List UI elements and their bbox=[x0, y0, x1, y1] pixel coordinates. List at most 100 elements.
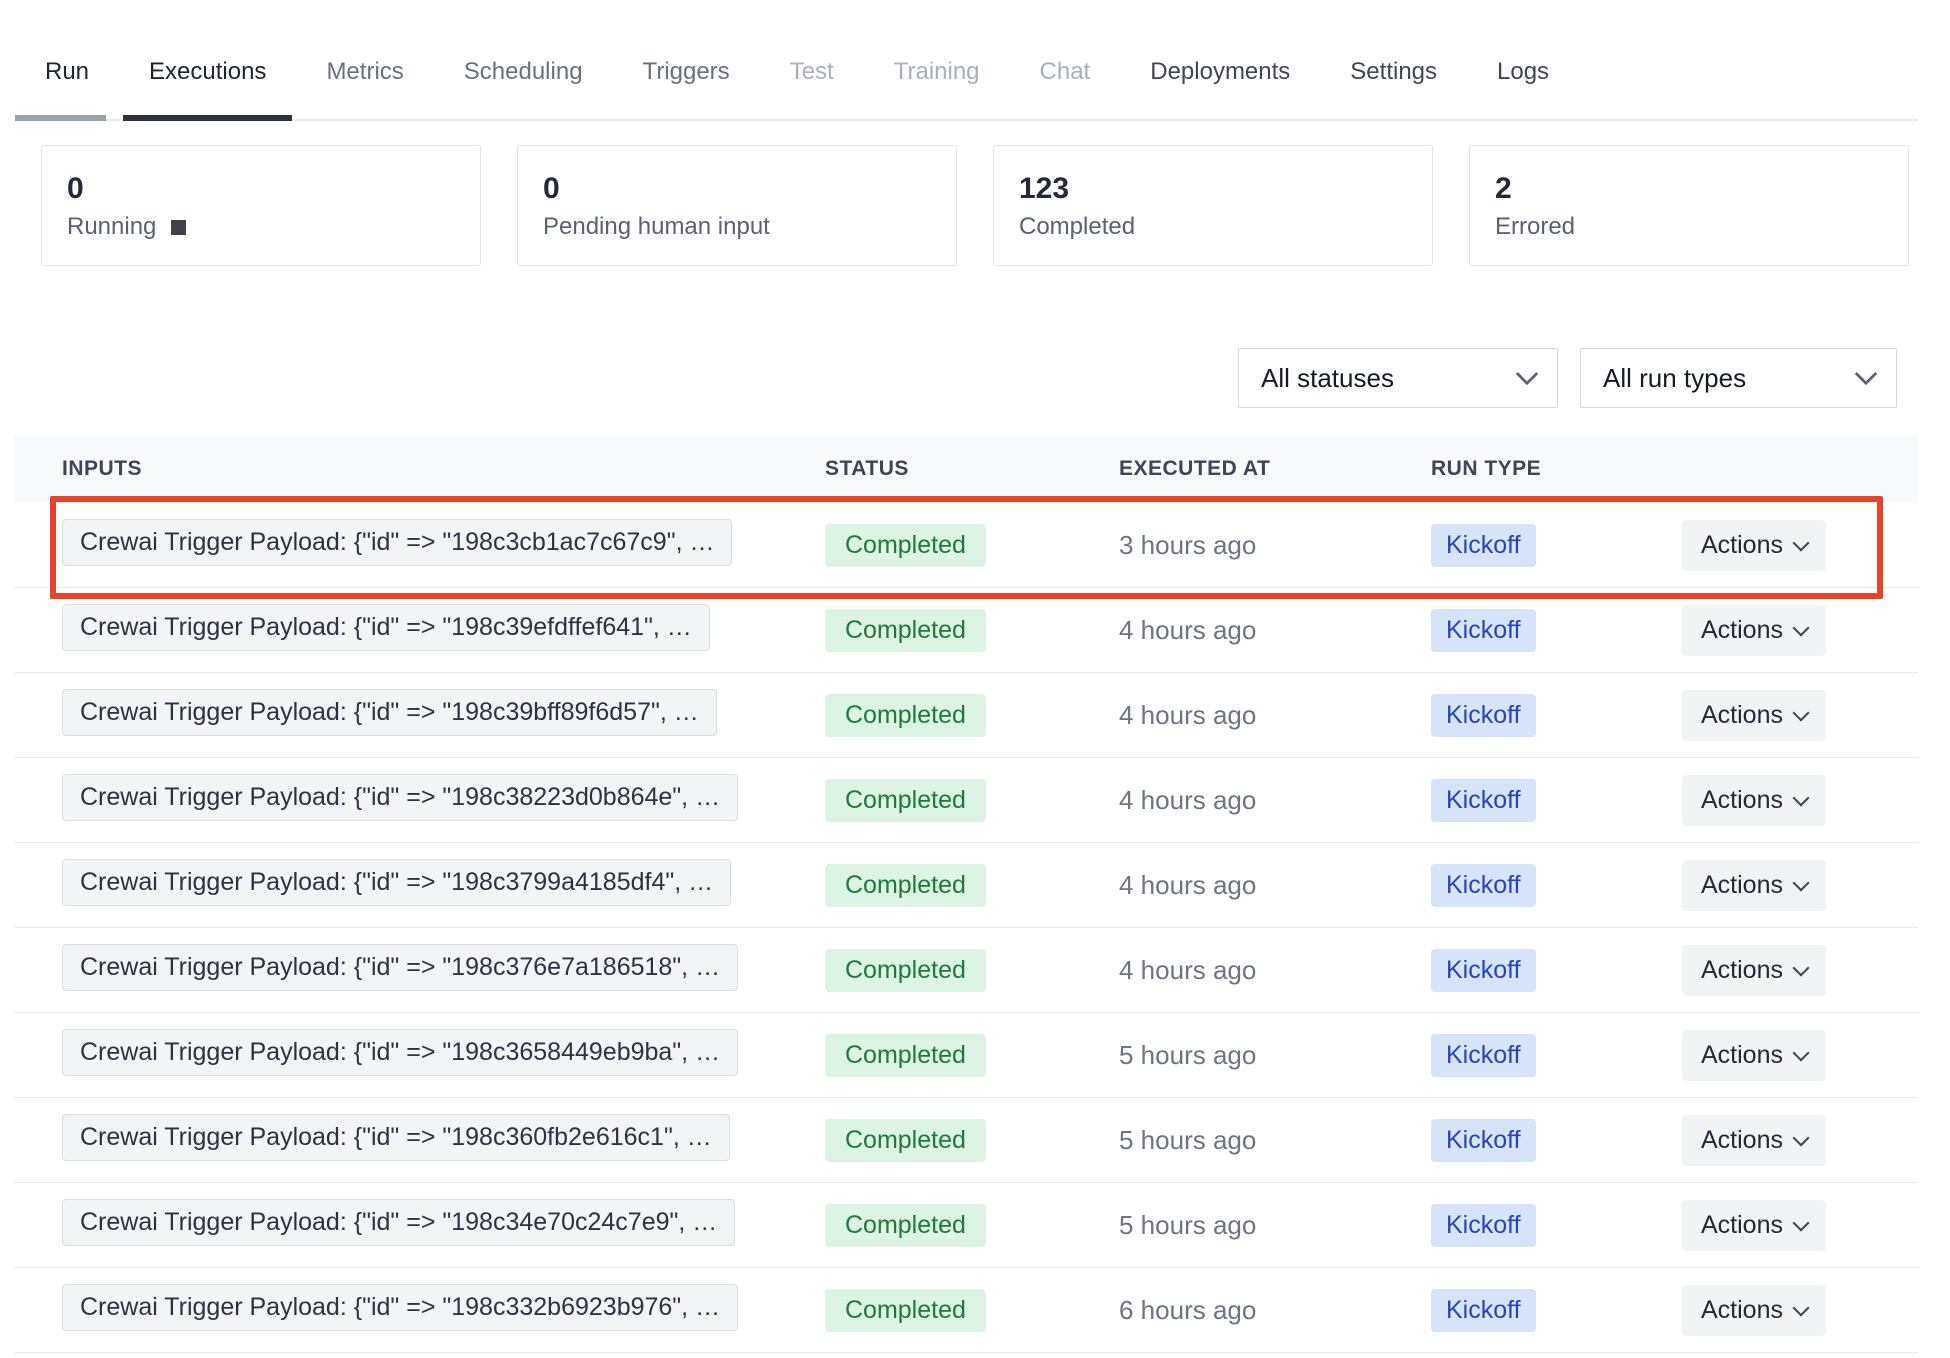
input-payload-pill[interactable]: Crewai Trigger Payload: {"id" => "198c39… bbox=[62, 604, 710, 651]
actions-button[interactable]: Actions bbox=[1682, 775, 1826, 826]
table-row[interactable]: Crewai Trigger Payload: {"id" => "198c37… bbox=[14, 928, 1918, 1013]
table-row[interactable]: Crewai Trigger Payload: {"id" => "198c34… bbox=[14, 1183, 1918, 1268]
chevron-down-icon bbox=[1792, 874, 1809, 891]
actions-button-label: Actions bbox=[1701, 786, 1783, 815]
run-type-badge: Kickoff bbox=[1431, 694, 1536, 737]
input-payload-pill[interactable]: Crewai Trigger Payload: {"id" => "198c37… bbox=[62, 944, 738, 991]
tab-bar: Run Executions Metrics Scheduling Trigge… bbox=[15, 0, 1918, 121]
tab[interactable]: Executions bbox=[149, 58, 266, 86]
input-payload-pill[interactable]: Crewai Trigger Payload: {"id" => "198c36… bbox=[62, 1029, 738, 1076]
tab[interactable]: Logs bbox=[1497, 58, 1549, 86]
status-cell: Completed bbox=[825, 864, 1119, 907]
tab-run-underline bbox=[15, 115, 106, 121]
table-header: Inputs Status Executed at Run type bbox=[14, 435, 1918, 503]
inputs-cell: Crewai Trigger Payload: {"id" => "198c39… bbox=[14, 604, 825, 656]
status-badge: Completed bbox=[825, 864, 986, 907]
column-header-executed-at: Executed at bbox=[1119, 457, 1431, 481]
stat-label: Pending human input bbox=[543, 213, 770, 241]
tab-executions-active-underline bbox=[123, 115, 292, 121]
actions-button[interactable]: Actions bbox=[1682, 690, 1826, 741]
executed-at-cell: 3 hours ago bbox=[1119, 530, 1431, 561]
actions-button[interactable]: Actions bbox=[1682, 860, 1826, 911]
actions-button[interactable]: Actions bbox=[1682, 1285, 1826, 1336]
run-type-filter-select[interactable]: All run types bbox=[1580, 348, 1897, 408]
tab-label: Executions bbox=[149, 58, 266, 85]
actions-cell: Actions bbox=[1682, 860, 1918, 911]
status-cell: Completed bbox=[825, 524, 1119, 567]
status-badge: Completed bbox=[825, 1034, 986, 1077]
input-payload-pill[interactable]: Crewai Trigger Payload: {"id" => "198c36… bbox=[62, 1114, 730, 1161]
actions-button[interactable]: Actions bbox=[1682, 605, 1826, 656]
run-type-cell: Kickoff bbox=[1431, 609, 1682, 652]
status-filter-value: All statuses bbox=[1261, 363, 1394, 394]
tab[interactable]: Training bbox=[894, 58, 980, 86]
executed-at-cell: 5 hours ago bbox=[1119, 1125, 1431, 1156]
actions-button[interactable]: Actions bbox=[1682, 520, 1826, 571]
stat-label: Running bbox=[67, 213, 156, 241]
run-type-badge: Kickoff bbox=[1431, 1204, 1536, 1247]
run-type-cell: Kickoff bbox=[1431, 949, 1682, 992]
actions-button-label: Actions bbox=[1701, 956, 1783, 985]
actions-button-label: Actions bbox=[1701, 1041, 1783, 1070]
actions-button-label: Actions bbox=[1701, 871, 1783, 900]
stat-value: 123 bbox=[1019, 172, 1432, 206]
status-cell: Completed bbox=[825, 1034, 1119, 1077]
table-row[interactable]: Crewai Trigger Payload: {"id" => "198c39… bbox=[14, 588, 1918, 673]
actions-cell: Actions bbox=[1682, 520, 1918, 571]
stat-card: 0 Pending human input bbox=[517, 145, 957, 266]
table-row[interactable]: Crewai Trigger Payload: {"id" => "198c39… bbox=[14, 673, 1918, 758]
run-type-badge: Kickoff bbox=[1431, 1289, 1536, 1332]
column-header-status: Status bbox=[825, 457, 1119, 481]
actions-cell: Actions bbox=[1682, 1200, 1918, 1251]
run-type-badge: Kickoff bbox=[1431, 779, 1536, 822]
stat-value: 2 bbox=[1495, 172, 1908, 206]
status-cell: Completed bbox=[825, 694, 1119, 737]
table-row[interactable]: Crewai Trigger Payload: {"id" => "198c3c… bbox=[14, 503, 1918, 588]
actions-button-label: Actions bbox=[1701, 701, 1783, 730]
actions-cell: Actions bbox=[1682, 1030, 1918, 1081]
input-payload-pill[interactable]: Crewai Trigger Payload: {"id" => "198c37… bbox=[62, 859, 731, 906]
tab-label: Metrics bbox=[326, 58, 403, 85]
run-type-cell: Kickoff bbox=[1431, 524, 1682, 567]
status-filter-select[interactable]: All statuses bbox=[1238, 348, 1558, 408]
executed-at-text: 5 hours ago bbox=[1119, 1040, 1256, 1070]
chevron-down-icon bbox=[1792, 1299, 1809, 1316]
tab[interactable]: Deployments bbox=[1150, 58, 1290, 86]
table-row[interactable]: Crewai Trigger Payload: {"id" => "198c38… bbox=[14, 758, 1918, 843]
stat-card: 2 Errored bbox=[1469, 145, 1909, 266]
input-payload-pill[interactable]: Crewai Trigger Payload: {"id" => "198c38… bbox=[62, 774, 738, 821]
status-badge: Completed bbox=[825, 694, 986, 737]
tab[interactable]: Chat bbox=[1040, 58, 1091, 86]
stat-label-row: Pending human input bbox=[543, 213, 956, 241]
stat-label: Completed bbox=[1019, 213, 1135, 241]
status-cell: Completed bbox=[825, 1119, 1119, 1162]
table-row[interactable]: Crewai Trigger Payload: {"id" => "198c36… bbox=[14, 1098, 1918, 1183]
tab-label: Settings bbox=[1350, 58, 1437, 85]
tab[interactable]: Triggers bbox=[643, 58, 730, 86]
actions-button-label: Actions bbox=[1701, 616, 1783, 645]
input-payload-pill[interactable]: Crewai Trigger Payload: {"id" => "198c33… bbox=[62, 1284, 738, 1331]
executed-at-cell: 4 hours ago bbox=[1119, 700, 1431, 731]
table-row[interactable]: Crewai Trigger Payload: {"id" => "198c33… bbox=[14, 1268, 1918, 1353]
chevron-down-icon bbox=[1792, 704, 1809, 721]
status-cell: Completed bbox=[825, 609, 1119, 652]
tab[interactable]: Settings bbox=[1350, 58, 1437, 86]
tab[interactable]: Test bbox=[790, 58, 834, 86]
stat-card: 123 Completed bbox=[993, 145, 1433, 266]
executed-at-cell: 5 hours ago bbox=[1119, 1040, 1431, 1071]
input-payload-pill[interactable]: Crewai Trigger Payload: {"id" => "198c3c… bbox=[62, 519, 732, 566]
actions-button[interactable]: Actions bbox=[1682, 1200, 1826, 1251]
input-payload-pill[interactable]: Crewai Trigger Payload: {"id" => "198c39… bbox=[62, 689, 717, 736]
actions-button[interactable]: Actions bbox=[1682, 1030, 1826, 1081]
tab[interactable]: Metrics bbox=[326, 58, 403, 86]
executed-at-text: 4 hours ago bbox=[1119, 870, 1256, 900]
tab[interactable]: Run bbox=[45, 58, 89, 86]
table-row[interactable]: Crewai Trigger Payload: {"id" => "198c36… bbox=[14, 1013, 1918, 1098]
actions-cell: Actions bbox=[1682, 1285, 1918, 1336]
tab[interactable]: Scheduling bbox=[464, 58, 583, 86]
actions-button[interactable]: Actions bbox=[1682, 945, 1826, 996]
input-payload-pill[interactable]: Crewai Trigger Payload: {"id" => "198c34… bbox=[62, 1199, 735, 1246]
table-row[interactable]: Crewai Trigger Payload: {"id" => "198c37… bbox=[14, 843, 1918, 928]
chevron-down-icon bbox=[1792, 789, 1809, 806]
actions-button[interactable]: Actions bbox=[1682, 1115, 1826, 1166]
